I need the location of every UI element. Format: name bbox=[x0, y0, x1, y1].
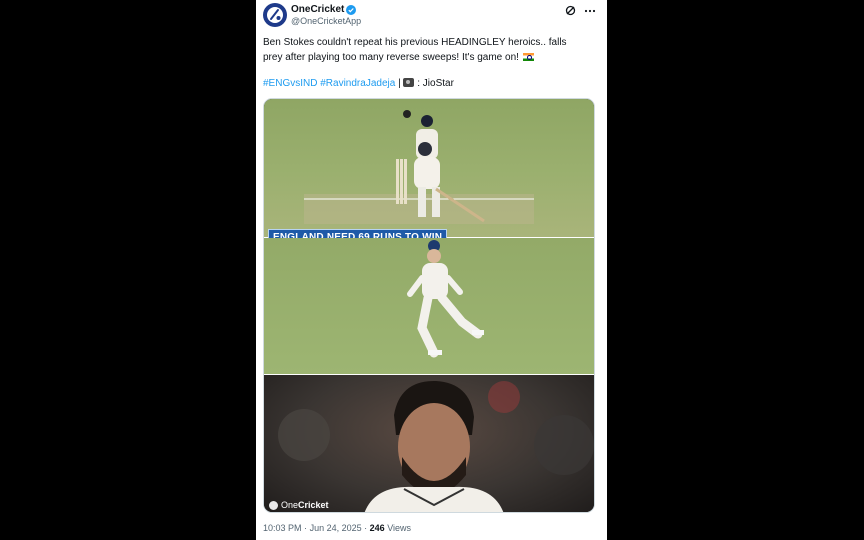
onecricket-watermark: OneCricket bbox=[269, 500, 329, 510]
tweet-header: OneCricket @OneCricketApp bbox=[263, 3, 600, 29]
tweet-body: Ben Stokes couldn't repeat his previous … bbox=[263, 37, 567, 63]
display-name[interactable]: OneCricket bbox=[291, 4, 344, 15]
footer-dot: · bbox=[304, 523, 308, 533]
batting-scene-image bbox=[304, 110, 534, 224]
tweet-time[interactable]: 10:03 PM bbox=[263, 523, 302, 533]
hashtag-engvsind[interactable]: #ENGvsIND bbox=[263, 78, 317, 89]
views-count: 246 bbox=[369, 523, 385, 533]
media-panel-closeup: OneCricket bbox=[264, 375, 594, 512]
watermark-suffix: Cricket bbox=[298, 500, 329, 510]
tweet-footer: 10:03 PM · Jun 24, 2025 · 246 Views bbox=[263, 523, 411, 533]
fielder-scene-image bbox=[407, 240, 484, 358]
credit-text: : JioStar bbox=[417, 78, 454, 89]
tweet-date[interactable]: Jun 24, 2025 bbox=[310, 523, 362, 533]
separator: | bbox=[398, 78, 401, 89]
camera-icon bbox=[403, 78, 415, 87]
cricket-ball-logo-icon bbox=[267, 7, 283, 23]
avatar[interactable] bbox=[263, 3, 287, 27]
media-panel-fielder bbox=[264, 238, 594, 374]
tweet-text: Ben Stokes couldn't repeat his previous … bbox=[263, 36, 583, 65]
watermark-logo-icon bbox=[269, 500, 278, 510]
views-label: Views bbox=[387, 523, 412, 533]
tweet-tags: #ENGvsIND #RavindraJadeja | : JioStar bbox=[263, 77, 454, 91]
india-flag-icon bbox=[522, 52, 534, 61]
grok-icon[interactable] bbox=[565, 5, 576, 16]
tweet-media[interactable]: ENGLAND NEED 69 RUNS TO WIN bbox=[263, 98, 595, 513]
media-panel-batting bbox=[264, 99, 594, 237]
tweet-card: OneCricket @OneCricketApp Ben Stokes cou… bbox=[256, 0, 607, 540]
author-info: OneCricket @OneCricketApp bbox=[291, 4, 361, 26]
verified-badge-icon bbox=[346, 4, 357, 15]
footer-dot: · bbox=[364, 523, 368, 533]
closeup-scene-image bbox=[278, 380, 594, 512]
hashtag-ravindrajadeja[interactable]: #RavindraJadeja bbox=[320, 78, 395, 89]
handle[interactable]: @OneCricketApp bbox=[291, 16, 361, 26]
more-icon[interactable] bbox=[584, 9, 596, 13]
watermark-prefix: One bbox=[281, 500, 299, 510]
